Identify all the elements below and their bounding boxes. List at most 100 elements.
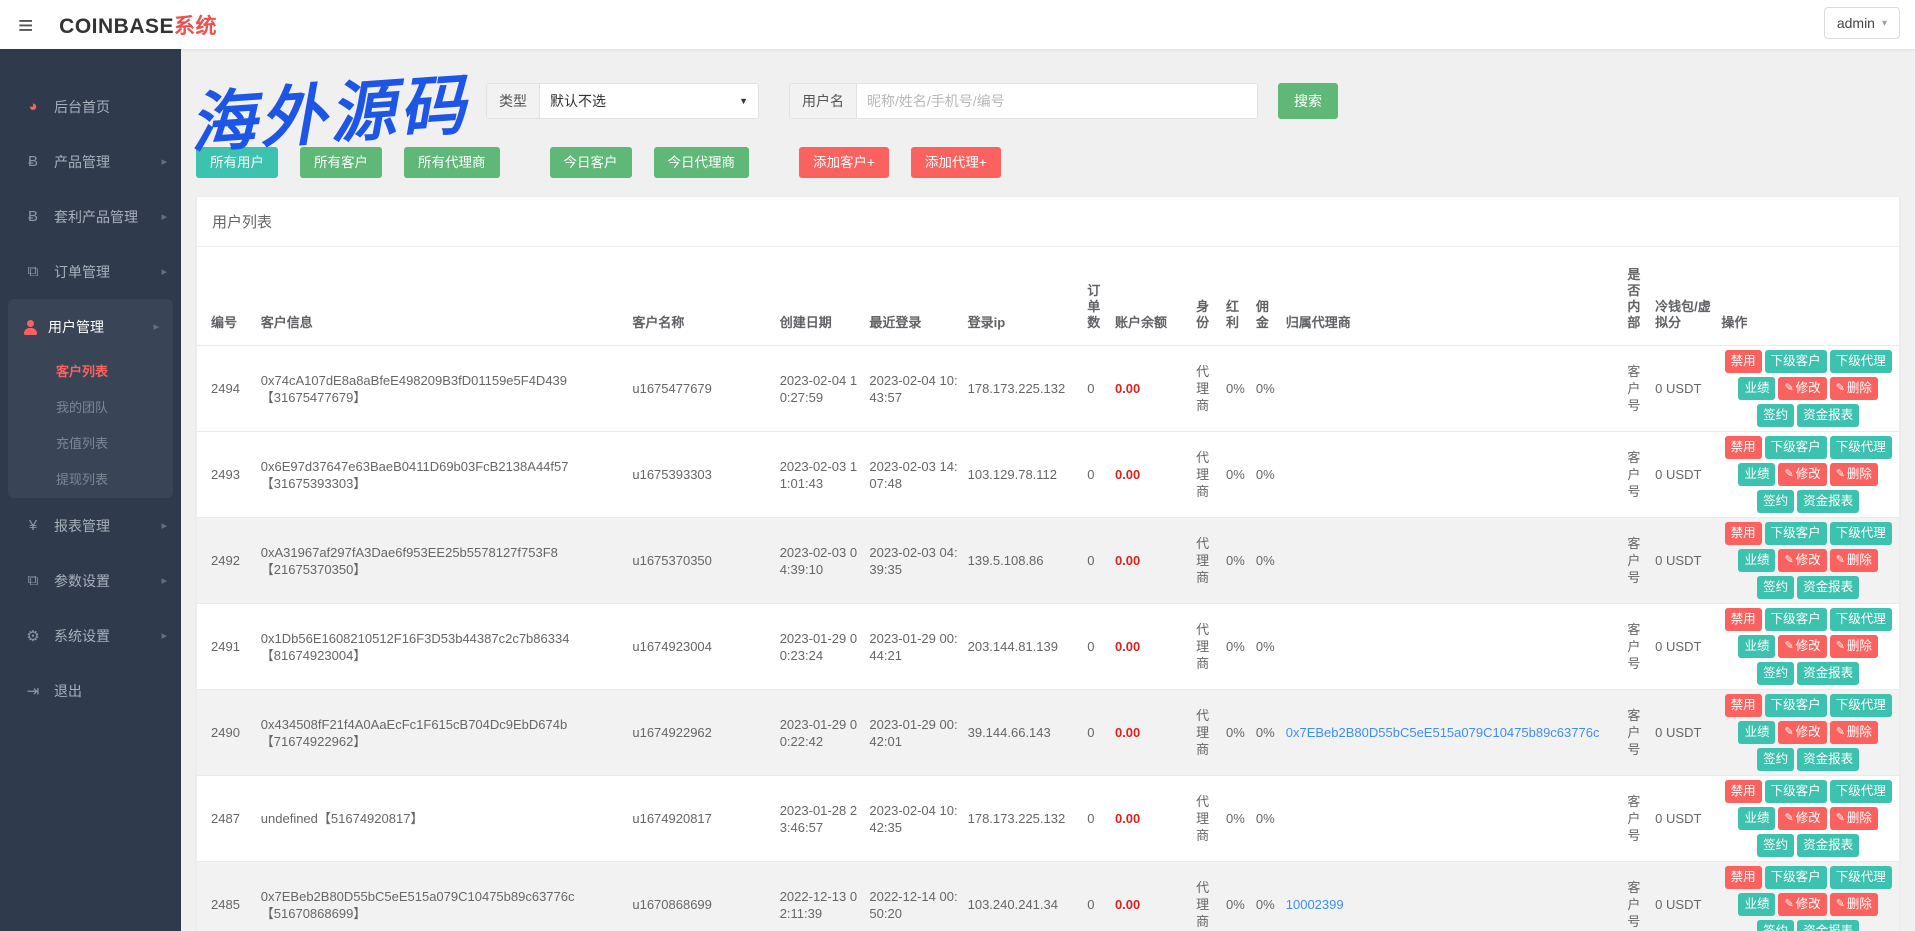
search-button[interactable]: 搜索 bbox=[1278, 83, 1338, 119]
sidebar-item-params[interactable]: ⧉参数设置▸ bbox=[0, 553, 181, 608]
cell-orders: 0 bbox=[1083, 862, 1111, 931]
row-action-performance[interactable]: 业绩 bbox=[1738, 893, 1775, 916]
row-action-performance[interactable]: 业绩 bbox=[1738, 463, 1775, 486]
row-action-fund-report[interactable]: 资金报表 bbox=[1797, 920, 1859, 931]
row-action-fund-report[interactable]: 资金报表 bbox=[1797, 834, 1859, 857]
row-action-edit[interactable]: ✎修改 bbox=[1778, 549, 1826, 572]
sidebar-item-orders[interactable]: ⧉订单管理▸ bbox=[0, 244, 181, 299]
username-input[interactable] bbox=[857, 84, 1257, 118]
sidebar-subitem-customer-list[interactable]: 客户列表 bbox=[8, 354, 173, 390]
row-action-sub-agents[interactable]: 下级代理 bbox=[1830, 694, 1892, 717]
col-header-11: 归属代理商 bbox=[1282, 247, 1624, 346]
menu-toggle-icon[interactable]: ≡ bbox=[18, 12, 33, 38]
sidebar-item-system[interactable]: ⚙系统设置▸ bbox=[0, 608, 181, 663]
row-action-edit[interactable]: ✎修改 bbox=[1778, 721, 1826, 744]
cell-created: 2023-02-03 11:01:43 bbox=[776, 432, 866, 518]
row-action-sign[interactable]: 签约 bbox=[1757, 748, 1794, 771]
row-action-sign[interactable]: 签约 bbox=[1757, 662, 1794, 685]
toolbar: 所有用户所有客户所有代理商 今日客户今日代理商 添加客户+ 添加代理+ bbox=[196, 147, 1900, 178]
sidebar-subitem-recharge-list[interactable]: 充值列表 bbox=[8, 426, 173, 462]
sidebar-item-home[interactable]: ◕后台首页 bbox=[0, 79, 181, 134]
admin-dropdown[interactable]: admin ▾ bbox=[1824, 7, 1900, 39]
row-action-sign[interactable]: 签约 bbox=[1757, 490, 1794, 513]
row-action-performance[interactable]: 业绩 bbox=[1738, 549, 1775, 572]
row-action-edit[interactable]: ✎修改 bbox=[1778, 807, 1826, 830]
pencil-icon: ✎ bbox=[1836, 635, 1845, 658]
row-action-sub-agents[interactable]: 下级代理 bbox=[1830, 780, 1892, 803]
row-action-disable[interactable]: 禁用 bbox=[1725, 522, 1762, 545]
row-action-delete[interactable]: ✎删除 bbox=[1830, 893, 1878, 916]
row-action-fund-report[interactable]: 资金报表 bbox=[1797, 576, 1859, 599]
row-action-sub-customers[interactable]: 下级客户 bbox=[1765, 866, 1827, 889]
row-action-fund-report[interactable]: 资金报表 bbox=[1797, 490, 1859, 513]
row-action-edit[interactable]: ✎修改 bbox=[1778, 635, 1826, 658]
cell-actions: 禁用下级客户下级代理业绩✎修改✎删除签约资金报表 bbox=[1717, 862, 1899, 931]
row-action-disable[interactable]: 禁用 bbox=[1725, 350, 1762, 373]
pencil-icon: ✎ bbox=[1784, 721, 1793, 744]
all-agents-button[interactable]: 所有代理商 bbox=[404, 147, 500, 178]
sidebar-subitem-withdraw-list[interactable]: 提现列表 bbox=[8, 462, 173, 498]
today-customers-button[interactable]: 今日客户 bbox=[550, 147, 632, 178]
add-customer-button[interactable]: 添加客户+ bbox=[799, 147, 889, 178]
row-action-fund-report[interactable]: 资金报表 bbox=[1797, 662, 1859, 685]
customer-phone-tag: 【51670868699】 bbox=[261, 905, 367, 922]
row-action-sub-customers[interactable]: 下级客户 bbox=[1765, 608, 1827, 631]
row-action-delete[interactable]: ✎删除 bbox=[1830, 463, 1878, 486]
add-agent-button[interactable]: 添加代理+ bbox=[911, 147, 1001, 178]
row-action-sub-agents[interactable]: 下级代理 bbox=[1830, 608, 1892, 631]
row-action-delete[interactable]: ✎删除 bbox=[1830, 635, 1878, 658]
cell-commission: 0% bbox=[1252, 432, 1282, 518]
row-action-disable[interactable]: 禁用 bbox=[1725, 694, 1762, 717]
row-action-edit[interactable]: ✎修改 bbox=[1778, 893, 1826, 916]
row-action-fund-report[interactable]: 资金报表 bbox=[1797, 748, 1859, 771]
row-action-sign[interactable]: 签约 bbox=[1757, 404, 1794, 427]
row-action-disable[interactable]: 禁用 bbox=[1725, 866, 1762, 889]
row-action-sub-customers[interactable]: 下级客户 bbox=[1765, 350, 1827, 373]
cell-created: 2023-01-29 00:22:42 bbox=[776, 690, 866, 776]
row-action-disable[interactable]: 禁用 bbox=[1725, 436, 1762, 459]
row-action-delete[interactable]: ✎删除 bbox=[1830, 721, 1878, 744]
sidebar-item-logout[interactable]: ⇥退出 bbox=[0, 663, 181, 718]
row-action-sub-customers[interactable]: 下级客户 bbox=[1765, 780, 1827, 803]
row-action-sign[interactable]: 签约 bbox=[1757, 834, 1794, 857]
type-select[interactable]: 默认不选 ▼ bbox=[540, 84, 758, 118]
sidebar-item-label: 报表管理 bbox=[54, 516, 110, 536]
row-action-performance[interactable]: 业绩 bbox=[1738, 377, 1775, 400]
row-action-performance[interactable]: 业绩 bbox=[1738, 807, 1775, 830]
row-action-sub-customers[interactable]: 下级客户 bbox=[1765, 522, 1827, 545]
row-action-fund-report[interactable]: 资金报表 bbox=[1797, 404, 1859, 427]
row-action-sub-agents[interactable]: 下级代理 bbox=[1830, 350, 1892, 373]
row-action-sub-customers[interactable]: 下级客户 bbox=[1765, 436, 1827, 459]
agent-link[interactable]: 10002399 bbox=[1286, 897, 1344, 912]
today-agents-button[interactable]: 今日代理商 bbox=[654, 147, 750, 178]
row-action-delete[interactable]: ✎删除 bbox=[1830, 549, 1878, 572]
cell-bonus: 0% bbox=[1222, 346, 1252, 432]
sidebar-item-reports[interactable]: ¥报表管理▸ bbox=[0, 498, 181, 553]
sidebar-item-arbitrage[interactable]: Ƀ套利产品管理▸ bbox=[0, 189, 181, 244]
col-header-10: 佣金 bbox=[1252, 247, 1282, 346]
cell-internal: 客户号 bbox=[1623, 604, 1651, 690]
row-action-disable[interactable]: 禁用 bbox=[1725, 780, 1762, 803]
row-action-performance[interactable]: 业绩 bbox=[1738, 721, 1775, 744]
all-users-button[interactable]: 所有用户 bbox=[196, 147, 278, 178]
sidebar-item-product[interactable]: Ƀ产品管理▸ bbox=[0, 134, 181, 189]
row-action-delete[interactable]: ✎删除 bbox=[1830, 377, 1878, 400]
agent-link[interactable]: 0x7EBeb2B80D55bC5eE515a079C10475b89c6377… bbox=[1286, 725, 1600, 740]
row-action-sign[interactable]: 签约 bbox=[1757, 920, 1794, 931]
row-action-edit[interactable]: ✎修改 bbox=[1778, 377, 1826, 400]
row-action-edit[interactable]: ✎修改 bbox=[1778, 463, 1826, 486]
all-customers-button[interactable]: 所有客户 bbox=[300, 147, 382, 178]
row-action-sub-customers[interactable]: 下级客户 bbox=[1765, 694, 1827, 717]
row-action-performance[interactable]: 业绩 bbox=[1738, 635, 1775, 658]
row-action-disable[interactable]: 禁用 bbox=[1725, 608, 1762, 631]
chevron-right-icon: ▸ bbox=[161, 155, 167, 168]
cell-balance: 0.00 bbox=[1111, 862, 1192, 931]
row-action-delete[interactable]: ✎删除 bbox=[1830, 807, 1878, 830]
row-action-sub-agents[interactable]: 下级代理 bbox=[1830, 866, 1892, 889]
sidebar-item-users[interactable]: 用户管理▸ bbox=[8, 299, 173, 354]
row-action-sub-agents[interactable]: 下级代理 bbox=[1830, 436, 1892, 459]
sidebar-subitem-my-team[interactable]: 我的团队 bbox=[8, 390, 173, 426]
row-action-sign[interactable]: 签约 bbox=[1757, 576, 1794, 599]
cell-wallet: 0 USDT bbox=[1651, 518, 1717, 604]
row-action-sub-agents[interactable]: 下级代理 bbox=[1830, 522, 1892, 545]
